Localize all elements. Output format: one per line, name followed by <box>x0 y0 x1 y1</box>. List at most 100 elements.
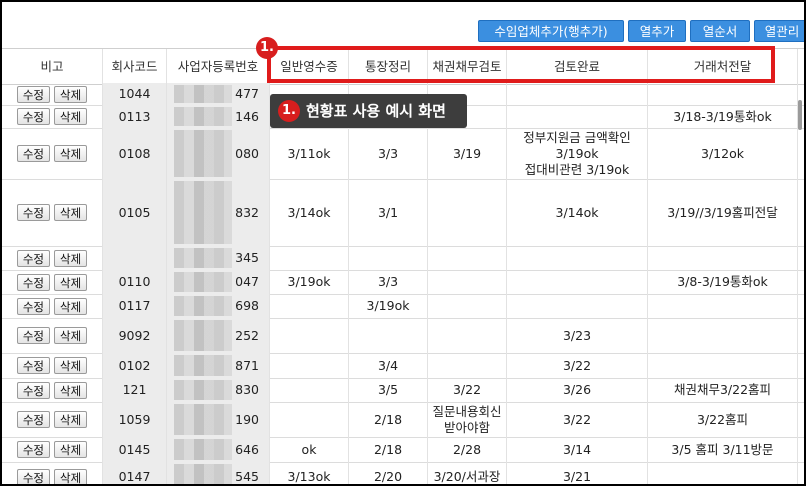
cell-delivery[interactable] <box>648 246 798 270</box>
add-client-row-button[interactable]: 수임업체추가(행추가) <box>478 20 624 42</box>
cell-review-done[interactable] <box>507 83 648 105</box>
cell-debt-review[interactable] <box>428 246 507 270</box>
delete-button[interactable]: 삭제 <box>54 381 88 399</box>
cell-review-done[interactable]: 3/21 <box>507 462 648 484</box>
cell-review-done[interactable] <box>507 270 648 294</box>
cell-company-code[interactable]: 0147 <box>103 462 167 484</box>
cell-company-code[interactable]: 0105 <box>103 179 167 246</box>
cell-review-done[interactable] <box>507 105 648 128</box>
edit-button[interactable]: 수정 <box>16 204 50 221</box>
cell-debt-review[interactable]: 3/19 <box>428 128 507 179</box>
cell-bank[interactable] <box>349 318 428 353</box>
cell-receipt[interactable]: 3/11ok <box>270 128 349 179</box>
cell-company-code[interactable]: 0108 <box>103 128 167 179</box>
edit-button[interactable]: 수정 <box>16 327 50 344</box>
cell-delivery[interactable]: 3/12ok <box>648 128 798 179</box>
delete-button[interactable]: 삭제 <box>54 441 88 458</box>
cell-company-code[interactable]: 0113 <box>103 105 167 128</box>
delete-button[interactable]: 삭제 <box>54 108 88 125</box>
cell-review-done[interactable]: 3/22 <box>507 353 648 378</box>
cell-company-code[interactable]: 0102 <box>103 353 167 378</box>
cell-bank[interactable]: 2/18 <box>349 402 428 437</box>
cell-delivery[interactable]: 3/5 홈피 3/11방문 <box>648 437 798 462</box>
cell-debt-review[interactable] <box>428 179 507 246</box>
cell-company-code[interactable]: 1059 <box>103 402 167 437</box>
cell-company-code[interactable]: 0117 <box>103 294 167 318</box>
cell-debt-review[interactable]: 3/20/서과장 <box>428 462 507 484</box>
cell-bank[interactable]: 3/4 <box>349 353 428 378</box>
cell-review-done[interactable]: 3/22 <box>507 402 648 437</box>
cell-receipt[interactable]: 3/19ok <box>270 270 349 294</box>
cell-delivery[interactable]: 3/22홈피 <box>648 402 798 437</box>
cell-review-done[interactable] <box>507 294 648 318</box>
cell-review-done[interactable]: 3/14ok <box>507 179 648 246</box>
delete-button[interactable]: 삭제 <box>54 297 88 315</box>
cell-bank[interactable]: 3/19ok <box>349 294 428 318</box>
cell-debt-review[interactable] <box>428 353 507 378</box>
column-order-button[interactable]: 열순서 <box>690 20 750 42</box>
edit-button[interactable]: 수정 <box>16 297 50 315</box>
cell-delivery[interactable]: 채권채무3/22홈피 <box>648 378 798 402</box>
header-business-number[interactable]: 사업자등록번호 <box>167 49 270 84</box>
delete-button[interactable]: 삭제 <box>54 85 88 103</box>
header-company-code[interactable]: 회사코드 <box>103 49 167 84</box>
cell-delivery[interactable]: 3/18-3/19통화ok <box>648 105 798 128</box>
add-column-button[interactable]: 열추가 <box>628 20 686 42</box>
cell-delivery[interactable] <box>648 462 798 484</box>
delete-button[interactable]: 삭제 <box>54 145 88 162</box>
cell-debt-review[interactable] <box>428 294 507 318</box>
column-manage-button[interactable]: 열관리 <box>754 20 804 42</box>
cell-bank[interactable]: 3/3 <box>349 128 428 179</box>
cell-company-code[interactable]: 121 <box>103 378 167 402</box>
delete-button[interactable]: 삭제 <box>54 357 88 374</box>
vertical-scrollbar[interactable] <box>798 100 802 130</box>
cell-review-done[interactable]: 3/23 <box>507 318 648 353</box>
delete-button[interactable]: 삭제 <box>54 249 88 267</box>
delete-button[interactable]: 삭제 <box>54 273 88 291</box>
cell-receipt[interactable] <box>270 294 349 318</box>
edit-button[interactable]: 수정 <box>16 381 50 399</box>
cell-bank[interactable]: 3/1 <box>349 179 428 246</box>
header-remarks[interactable]: 비고 <box>2 49 103 84</box>
cell-company-code[interactable]: 0110 <box>103 270 167 294</box>
cell-debt-review[interactable]: 3/22 <box>428 378 507 402</box>
delete-button[interactable]: 삭제 <box>54 327 88 344</box>
cell-review-done[interactable]: 3/26 <box>507 378 648 402</box>
cell-review-done[interactable] <box>507 246 648 270</box>
cell-delivery[interactable] <box>648 294 798 318</box>
cell-delivery[interactable] <box>648 318 798 353</box>
cell-delivery[interactable]: 3/8-3/19통화ok <box>648 270 798 294</box>
edit-button[interactable]: 수정 <box>16 411 50 428</box>
cell-receipt[interactable]: 3/14ok <box>270 179 349 246</box>
cell-delivery[interactable] <box>648 353 798 378</box>
cell-bank[interactable] <box>349 246 428 270</box>
cell-debt-review[interactable]: 질문내용회신 받아야함 <box>428 402 507 437</box>
cell-receipt[interactable] <box>270 318 349 353</box>
edit-button[interactable]: 수정 <box>16 249 50 267</box>
cell-bank[interactable]: 2/20 <box>349 462 428 484</box>
cell-delivery[interactable] <box>648 83 798 105</box>
delete-button[interactable]: 삭제 <box>54 204 88 221</box>
edit-button[interactable]: 수정 <box>16 273 50 291</box>
cell-debt-review[interactable] <box>428 318 507 353</box>
cell-receipt[interactable]: 3/13ok <box>270 462 349 484</box>
edit-button[interactable]: 수정 <box>16 108 50 125</box>
cell-debt-review[interactable] <box>428 270 507 294</box>
edit-button[interactable]: 수정 <box>16 441 50 458</box>
cell-receipt[interactable] <box>270 378 349 402</box>
cell-bank[interactable]: 2/18 <box>349 437 428 462</box>
cell-company-code[interactable]: 1044 <box>103 83 167 105</box>
cell-receipt[interactable]: ok <box>270 437 349 462</box>
cell-company-code[interactable]: 0145 <box>103 437 167 462</box>
edit-button[interactable]: 수정 <box>16 468 50 484</box>
cell-bank[interactable]: 3/5 <box>349 378 428 402</box>
edit-button[interactable]: 수정 <box>16 145 50 162</box>
cell-receipt[interactable] <box>270 246 349 270</box>
cell-company-code[interactable]: 9092 <box>103 318 167 353</box>
delete-button[interactable]: 삭제 <box>54 468 88 484</box>
edit-button[interactable]: 수정 <box>16 85 50 103</box>
cell-review-done[interactable]: 정부지원금 금액확인 3/19ok 접대비관련 3/19ok <box>507 128 648 179</box>
cell-receipt[interactable] <box>270 402 349 437</box>
cell-review-done[interactable]: 3/14 <box>507 437 648 462</box>
cell-debt-review[interactable]: 2/28 <box>428 437 507 462</box>
